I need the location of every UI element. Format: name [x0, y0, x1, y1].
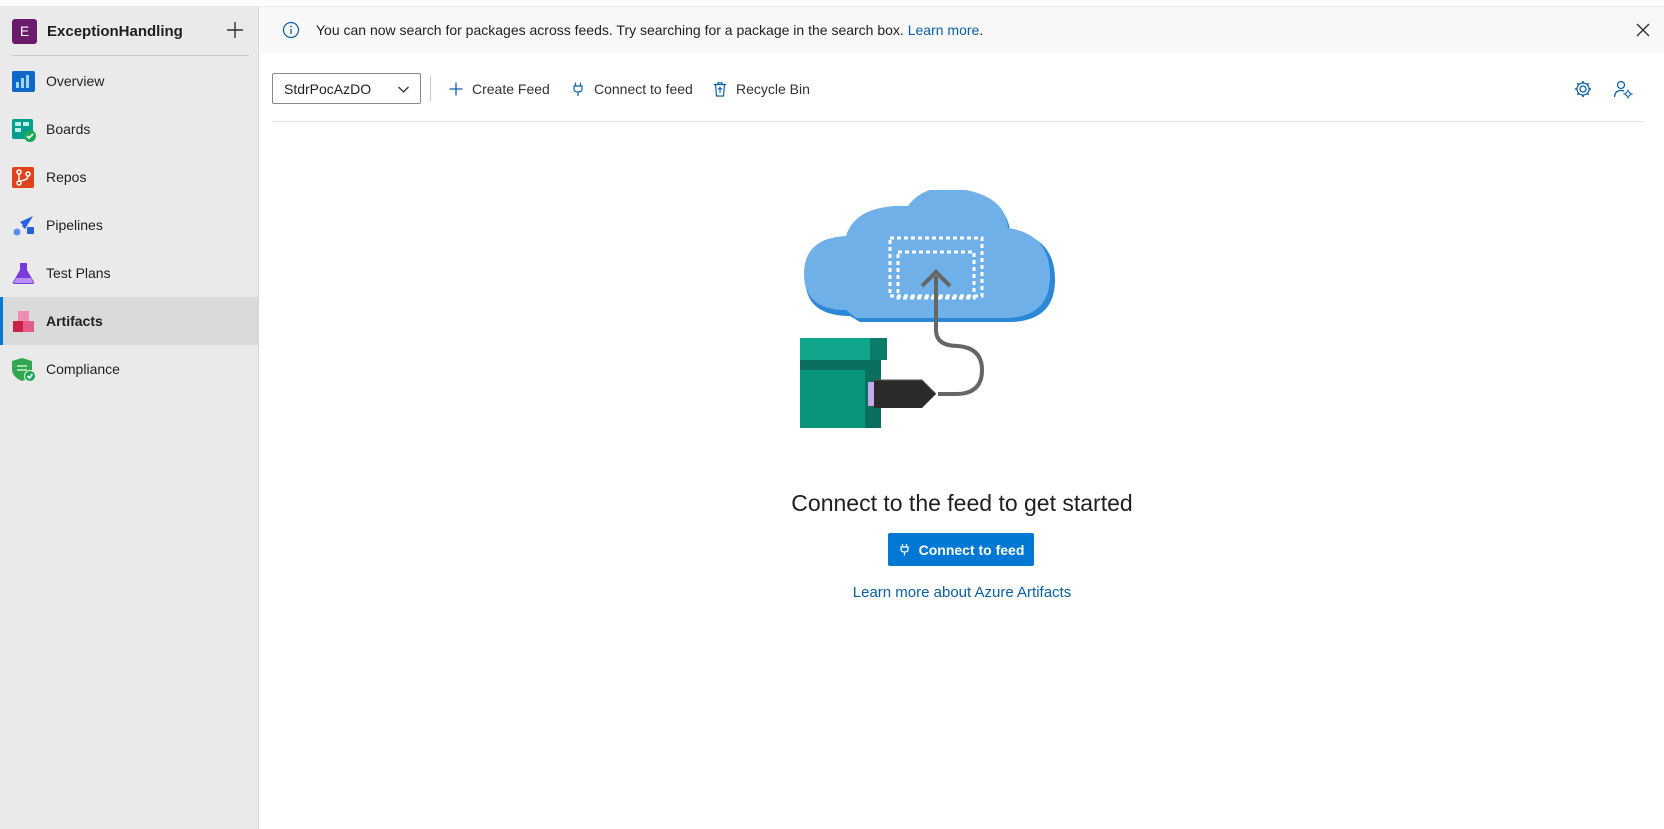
sidebar-item-label: Compliance — [46, 361, 120, 377]
learn-more-link[interactable]: Learn more about Azure Artifacts — [700, 584, 1224, 601]
sidebar-item-pipelines[interactable]: Pipelines — [0, 201, 258, 249]
project-header[interactable]: E ExceptionHandling — [0, 7, 258, 55]
plug-icon — [573, 82, 583, 96]
toolbar: StdrPocAzDO Create Feed Connect to feed … — [272, 72, 1644, 122]
banner-suffix: . — [979, 22, 984, 38]
sidebar-item-label: Boards — [46, 121, 91, 137]
sidebar-item-test-plans[interactable]: Test Plans — [0, 249, 258, 297]
cloud-graphic — [804, 190, 1055, 322]
sidebar-item-compliance[interactable]: Compliance — [0, 345, 258, 393]
recycle-bin-label: Recycle Bin — [736, 81, 810, 97]
sidebar-divider — [12, 55, 249, 56]
sidebar-item-label: Repos — [46, 169, 87, 185]
chevron-down-icon — [398, 86, 409, 93]
add-icon[interactable] — [224, 19, 246, 41]
project-avatar: E — [12, 18, 37, 44]
sidebar-item-boards[interactable]: Boards — [0, 105, 258, 153]
empty-state-title: Connect to the feed to get started — [791, 490, 1133, 516]
sidebar-item-repos[interactable]: Repos — [0, 153, 258, 201]
package-box-graphic — [800, 338, 937, 428]
sidebar: E ExceptionHandling Overview Boards Repo… — [0, 7, 259, 829]
sidebar-nav: Overview Boards Repos Pipelines Test Pla… — [0, 57, 258, 393]
artifacts-icon — [13, 310, 34, 332]
connect-feed-illustration — [800, 190, 1055, 428]
feed-permissions-icon[interactable] — [1612, 78, 1634, 100]
app-window: E ExceptionHandling Overview Boards Repo… — [0, 0, 1664, 829]
gear-icon[interactable] — [1572, 78, 1594, 100]
recycle-bin-button[interactable]: Recycle Bin — [712, 78, 810, 100]
sidebar-item-label: Pipelines — [46, 217, 103, 233]
banner-learn-more-link[interactable]: Learn more — [908, 22, 980, 38]
sidebar-item-label: Artifacts — [46, 313, 103, 329]
info-icon — [282, 21, 300, 39]
info-banner: You can now search for packages across f… — [260, 7, 1664, 53]
sidebar-item-artifacts[interactable]: Artifacts — [0, 297, 258, 345]
overview-icon — [12, 70, 35, 92]
plus-icon — [449, 82, 463, 96]
feed-selector[interactable]: StdrPocAzDO — [272, 73, 421, 104]
primary-button-label: Connect to feed — [918, 541, 1025, 558]
compliance-icon — [12, 357, 36, 382]
create-feed-label: Create Feed — [472, 81, 550, 97]
banner-message: You can now search for packages across f… — [316, 22, 983, 38]
feed-selector-value: StdrPocAzDO — [284, 80, 372, 97]
boards-icon — [12, 118, 36, 142]
pipelines-icon — [13, 215, 34, 235]
close-icon[interactable] — [1635, 22, 1651, 38]
connect-to-feed-label: Connect to feed — [594, 81, 693, 97]
toolbar-divider — [430, 76, 431, 101]
sidebar-item-overview[interactable]: Overview — [0, 57, 258, 105]
top-strip — [0, 0, 1664, 7]
sidebar-item-label: Test Plans — [46, 265, 111, 281]
test-plans-icon — [12, 262, 35, 284]
project-name: ExceptionHandling — [47, 22, 183, 40]
connect-to-feed-button[interactable]: Connect to feed — [570, 78, 693, 100]
repos-icon — [12, 166, 34, 188]
banner-text: You can now search for packages across f… — [316, 22, 904, 38]
recycle-bin-icon — [714, 82, 726, 97]
connect-to-feed-primary-button[interactable]: Connect to feed — [888, 533, 1034, 566]
sidebar-item-label: Overview — [46, 73, 105, 89]
create-feed-button[interactable]: Create Feed — [448, 78, 550, 100]
plug-icon — [900, 544, 909, 556]
